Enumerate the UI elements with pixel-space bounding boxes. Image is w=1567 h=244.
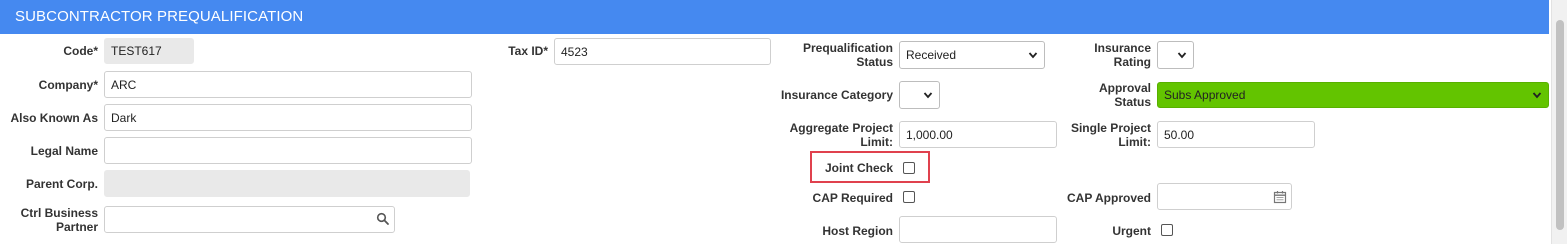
joint-check-checkbox[interactable] [903,162,915,174]
approval-status-label-line1: Approval [1098,81,1151,95]
prequal-status-select[interactable]: Received [899,41,1045,69]
ctrl-business-partner-label-line1: Ctrl Business [20,206,98,220]
search-icon[interactable] [376,212,390,226]
approval-status-select[interactable]: Subs Approved [1157,82,1549,108]
approval-status-value: Subs Approved [1164,88,1246,102]
insurance-category-label: Insurance Category [780,88,893,102]
host-region-label: Host Region [822,224,893,238]
cap-approved-label: CAP Approved [1066,191,1151,205]
prequal-status-label-line1: Prequalification [802,41,893,55]
cap-approved-date-input[interactable] [1157,183,1292,210]
company-input[interactable]: ARC [104,71,472,98]
cap-required-label: CAP Required [812,191,893,205]
approval-status-label-line2: Status [1114,95,1151,109]
single-limit-label: Single Project Limit: [1060,121,1151,149]
company-label: Company* [38,78,98,92]
also-known-as-label: Also Known As [10,111,98,125]
aggregate-limit-label-line2: Limit: [860,135,893,149]
chevron-down-icon [1028,52,1038,59]
insurance-category-select[interactable] [899,81,940,109]
code-label: Code* [63,44,98,58]
tax-id-input[interactable]: 4523 [554,38,771,65]
legal-name-input[interactable] [104,137,472,164]
urgent-label: Urgent [1112,224,1151,238]
ctrl-business-partner-label-line2: Partner [55,220,98,234]
ctrl-business-partner-label: Ctrl Business Partner [10,206,98,234]
ctrl-business-partner-input[interactable] [104,206,395,233]
chevron-down-icon [1532,92,1542,99]
prequal-status-value: Received [906,48,957,62]
prequal-status-label-line2: Status [856,55,893,69]
insurance-rating-label: Insurance Rating [1060,41,1151,69]
chevron-down-icon [1177,52,1187,59]
tax-id-label: Tax ID* [508,44,548,58]
aggregate-limit-input[interactable]: 1,000.00 [899,121,1057,148]
form-header: SUBCONTRACTOR PREQUALIFICATION [0,0,1549,34]
joint-check-label: Joint Check [824,161,893,175]
chevron-down-icon [923,92,933,99]
single-limit-input[interactable]: 50.00 [1157,121,1315,148]
cap-required-checkbox[interactable] [903,191,915,203]
calendar-icon[interactable] [1273,190,1287,204]
legal-name-label: Legal Name [30,144,98,158]
also-known-as-input[interactable]: Dark [104,104,472,131]
insurance-rating-label-line2: Rating [1113,55,1151,69]
urgent-checkbox[interactable] [1161,224,1173,236]
approval-status-label: Approval Status [1060,81,1151,109]
single-limit-label-line2: Limit: [1118,135,1151,149]
vertical-scrollbar[interactable] [1551,0,1567,244]
single-limit-label-line1: Single Project [1070,121,1151,135]
aggregate-limit-label: Aggregate Project Limit: [770,121,893,149]
scrollbar-thumb[interactable] [1556,20,1564,230]
parent-corp-field [104,170,470,197]
host-region-input[interactable] [899,216,1057,243]
parent-corp-label: Parent Corp. [25,177,98,191]
prequal-status-label: Prequalification Status [770,41,893,69]
aggregate-limit-label-line1: Aggregate Project [789,121,893,135]
insurance-rating-label-line1: Insurance [1094,41,1151,55]
code-field: TEST617 [104,38,194,64]
insurance-rating-select[interactable] [1157,41,1194,69]
page-title: SUBCONTRACTOR PREQUALIFICATION [15,8,304,25]
